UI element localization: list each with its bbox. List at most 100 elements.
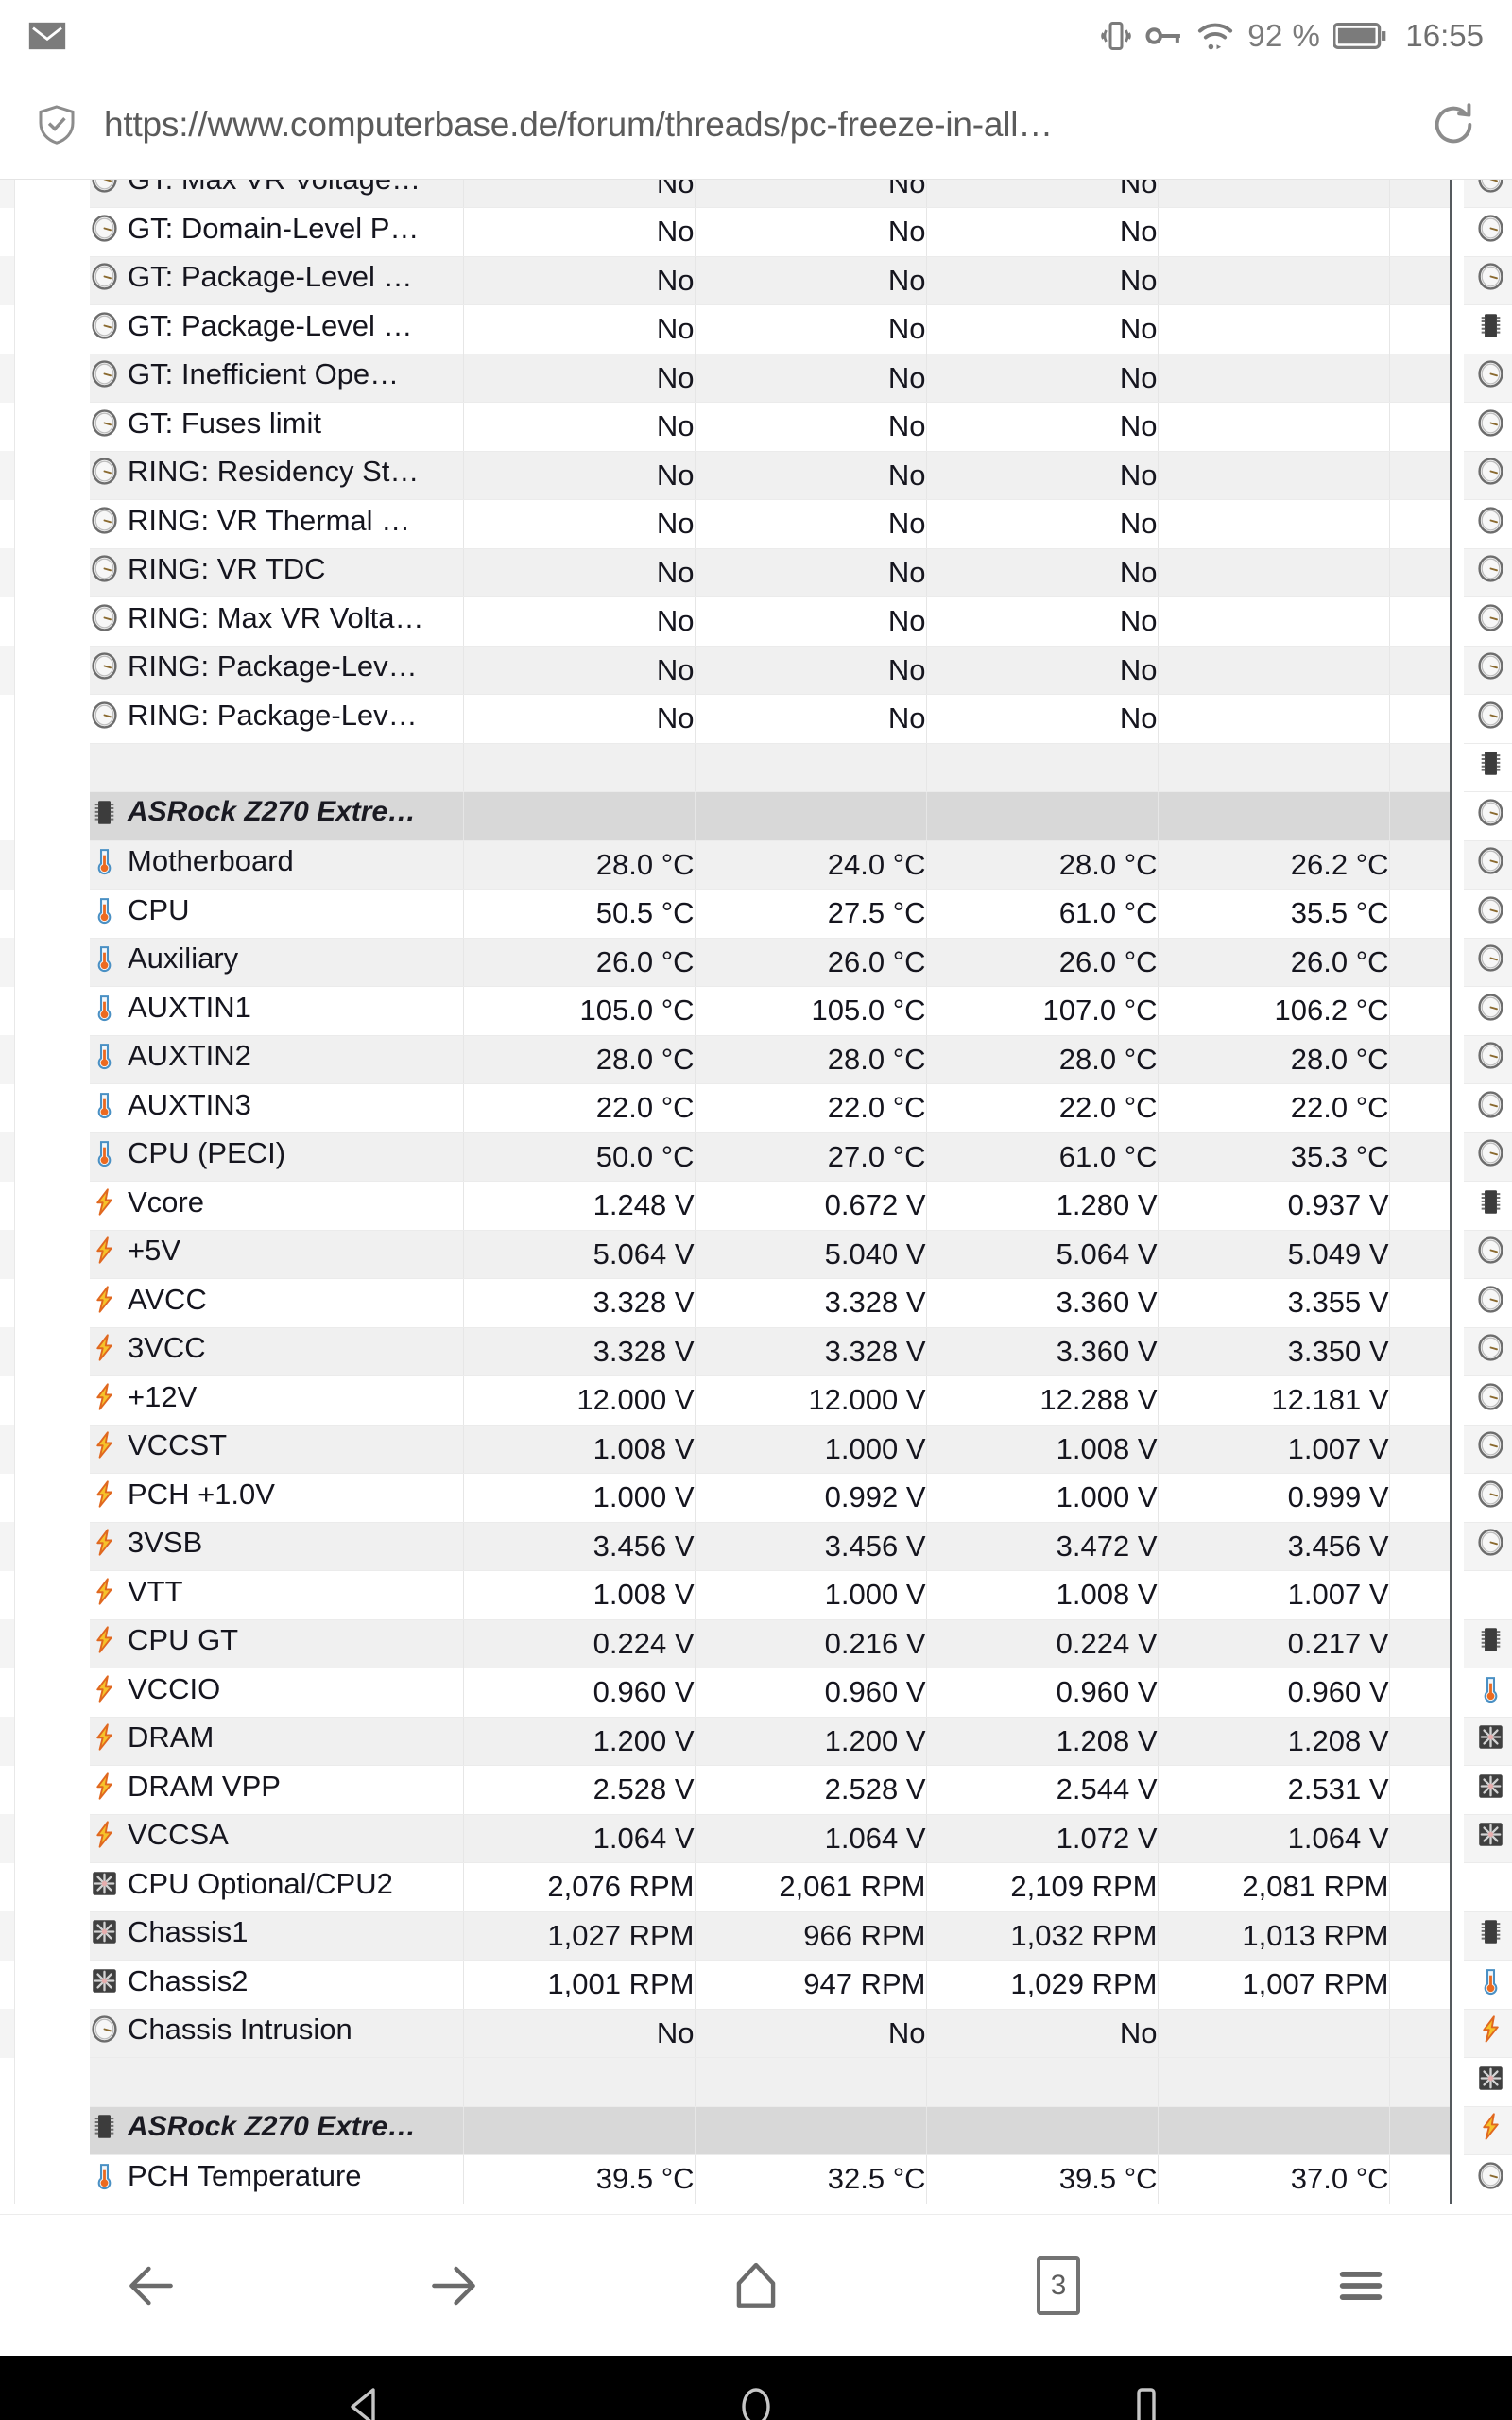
row-name-cell[interactable]: RING: Residency St… xyxy=(90,451,463,500)
row-name-cell[interactable]: RING: Package-Lev… xyxy=(90,695,463,744)
table-row[interactable]: RING: VR Thermal …NoNoNo xyxy=(0,500,1512,549)
row-name-cell[interactable]: AUXTIN3 xyxy=(90,1084,463,1133)
table-row[interactable]: Chassis21,001 RPM947 RPM1,029 RPM1,007 R… xyxy=(0,1961,1512,2010)
forward-button[interactable] xyxy=(387,2234,520,2338)
reload-icon[interactable] xyxy=(1429,100,1478,149)
tab-count-label[interactable]: 3 xyxy=(1037,2256,1080,2315)
row-name-cell[interactable]: DRAM VPP xyxy=(90,1766,463,1815)
table-row[interactable]: PCH Temperature39.5 °C32.5 °C39.5 °C37.0… xyxy=(0,2155,1512,2204)
row-name-cell[interactable]: GT: Inefficient Ope… xyxy=(90,354,463,403)
table-row[interactable]: +5V5.064 V5.040 V5.064 V5.049 V xyxy=(0,1230,1512,1279)
table-row[interactable]: GT: Package-Level …NoNoNo xyxy=(0,305,1512,354)
row-name-cell[interactable]: CPU xyxy=(90,890,463,939)
row-name-cell[interactable]: VTT xyxy=(90,1571,463,1620)
row-name-cell[interactable]: GT: Max VR Voltage… xyxy=(90,180,463,208)
table-row[interactable]: GT: Inefficient Ope…NoNoNo xyxy=(0,354,1512,403)
table-row[interactable]: AVCC3.328 V3.328 V3.360 V3.355 V xyxy=(0,1279,1512,1328)
table-row[interactable]: AUXTIN228.0 °C28.0 °C28.0 °C28.0 °C xyxy=(0,1035,1512,1084)
table-row[interactable]: Chassis11,027 RPM966 RPM1,032 RPM1,013 R… xyxy=(0,1911,1512,1961)
table-row[interactable]: +12V12.000 V12.000 V12.288 V12.181 V xyxy=(0,1376,1512,1426)
row-name-cell[interactable]: Vcore xyxy=(90,1182,463,1231)
row-name-cell[interactable]: Chassis1 xyxy=(90,1911,463,1961)
row-name-cell[interactable]: RING: Package-Lev… xyxy=(90,646,463,695)
row-name-cell[interactable]: VCCIO xyxy=(90,1668,463,1718)
row-name-cell[interactable]: Motherboard xyxy=(90,840,463,890)
menu-button[interactable] xyxy=(1295,2234,1427,2338)
row-name-cell[interactable]: GT: Package-Level … xyxy=(90,305,463,354)
row-name-cell[interactable]: RING: VR TDC xyxy=(90,548,463,597)
home-button[interactable] xyxy=(690,2234,822,2338)
row-name-cell[interactable]: 3VSB xyxy=(90,1522,463,1571)
table-section-header[interactable]: ASRock Z270 Extre… xyxy=(0,792,1512,841)
row-name-cell[interactable]: ASRock Z270 Extre… xyxy=(90,792,463,841)
table-row[interactable]: CPU Optional/CPU22,076 RPM2,061 RPM2,109… xyxy=(0,1863,1512,1912)
table-row[interactable]: RING: Package-Lev…NoNoNo xyxy=(0,646,1512,695)
row-name-cell[interactable]: AUXTIN1 xyxy=(90,987,463,1036)
row-name-cell[interactable]: +12V xyxy=(90,1376,463,1426)
table-row[interactable]: Vcore1.248 V0.672 V1.280 V0.937 V xyxy=(0,1182,1512,1231)
tab-switcher-button[interactable]: 3 xyxy=(992,2234,1125,2338)
table-row[interactable]: CPU (PECI)50.0 °C27.0 °C61.0 °C35.3 °C xyxy=(0,1132,1512,1182)
table-row[interactable]: 3VCC3.328 V3.328 V3.360 V3.350 V xyxy=(0,1327,1512,1376)
android-system-nav[interactable] xyxy=(0,2356,1512,2420)
row-name-cell[interactable]: +5V xyxy=(90,1230,463,1279)
table-row[interactable]: RING: VR TDCNoNoNo xyxy=(0,548,1512,597)
table-row[interactable]: RING: Package-Lev…NoNoNo xyxy=(0,695,1512,744)
table-row[interactable]: AUXTIN1105.0 °C105.0 °C107.0 °C106.2 °C xyxy=(0,987,1512,1036)
table-section-header[interactable]: ASRock Z270 Extre… xyxy=(0,2106,1512,2155)
gauge-icon xyxy=(1476,180,1505,194)
row-name-cell[interactable]: DRAM xyxy=(90,1717,463,1766)
table-row[interactable]: DRAM1.200 V1.200 V1.208 V1.208 V xyxy=(0,1717,1512,1766)
row-name-cell[interactable]: GT: Package-Level … xyxy=(90,256,463,305)
table-row[interactable]: GT: Max VR Voltage…NoNoNo xyxy=(0,180,1512,208)
table-row[interactable]: PCH +1.0V1.000 V0.992 V1.000 V0.999 V xyxy=(0,1474,1512,1523)
row-name-cell[interactable]: GT: Domain-Level P… xyxy=(90,208,463,257)
table-row[interactable]: GT: Package-Level …NoNoNo xyxy=(0,256,1512,305)
table-row[interactable]: Auxiliary26.0 °C26.0 °C26.0 °C26.0 °C xyxy=(0,938,1512,987)
row-name-cell[interactable]: AUXTIN2 xyxy=(90,1035,463,1084)
table-row[interactable]: VCCIO0.960 V0.960 V0.960 V0.960 V xyxy=(0,1668,1512,1718)
row-name-cell[interactable]: CPU GT xyxy=(90,1619,463,1668)
hwinfo-sensor-table[interactable]: GT: Max VR Voltage…NoNoNoGT: Domain-Leve… xyxy=(0,180,1512,2204)
web-page-content[interactable]: GT: Max VR Voltage…NoNoNoGT: Domain-Leve… xyxy=(0,180,1512,2214)
table-row[interactable]: AUXTIN322.0 °C22.0 °C22.0 °C22.0 °C xyxy=(0,1084,1512,1133)
row-name-cell[interactable]: GT: Fuses limit xyxy=(90,403,463,452)
row-right-icon-cell xyxy=(1464,743,1512,792)
table-row[interactable]: CPU50.5 °C27.5 °C61.0 °C35.5 °C xyxy=(0,890,1512,939)
table-row[interactable]: DRAM VPP2.528 V2.528 V2.544 V2.531 V xyxy=(0,1766,1512,1815)
table-row[interactable]: 3VSB3.456 V3.456 V3.472 V3.456 V xyxy=(0,1522,1512,1571)
table-row[interactable]: RING: Residency St…NoNoNo xyxy=(0,451,1512,500)
table-row[interactable]: Chassis IntrusionNoNoNo xyxy=(0,2009,1512,2058)
table-row[interactable]: CPU GT0.224 V0.216 V0.224 V0.217 V xyxy=(0,1619,1512,1668)
row-name-cell[interactable]: CPU Optional/CPU2 xyxy=(90,1863,463,1912)
table-row[interactable]: GT: Domain-Level P…NoNoNo xyxy=(0,208,1512,257)
table-row[interactable]: Motherboard28.0 °C24.0 °C28.0 °C26.2 °C xyxy=(0,840,1512,890)
row-name-cell[interactable]: ASRock Z270 Extre… xyxy=(90,2106,463,2155)
row-name-cell[interactable]: VCCST xyxy=(90,1425,463,1474)
row-name-cell[interactable]: Auxiliary xyxy=(90,938,463,987)
system-home-button[interactable] xyxy=(699,2356,813,2420)
hwinfo-table-wrapper[interactable]: GT: Max VR Voltage…NoNoNoGT: Domain-Leve… xyxy=(0,180,1512,2204)
table-row[interactable]: RING: Max VR Volta…NoNoNo xyxy=(0,597,1512,647)
row-name-cell[interactable]: 3VCC xyxy=(90,1327,463,1376)
browser-url-bar[interactable]: https://www.computerbase.de/forum/thread… xyxy=(0,71,1512,180)
browser-nav-bar[interactable]: 3 xyxy=(0,2214,1512,2356)
row-name-cell[interactable]: Chassis2 xyxy=(90,1961,463,2010)
row-value-cell: 1.008 V xyxy=(926,1425,1158,1474)
table-row[interactable]: VTT1.008 V1.000 V1.008 V1.007 V xyxy=(0,1571,1512,1620)
row-name-cell[interactable]: CPU (PECI) xyxy=(90,1132,463,1182)
table-row[interactable]: VCCSA1.064 V1.064 V1.072 V1.064 V xyxy=(0,1814,1512,1863)
row-name-cell[interactable]: RING: VR Thermal … xyxy=(90,500,463,549)
system-recents-button[interactable] xyxy=(1090,2356,1203,2420)
system-back-button[interactable] xyxy=(309,2356,422,2420)
row-name-cell[interactable]: Chassis Intrusion xyxy=(90,2009,463,2058)
row-name-cell[interactable]: VCCSA xyxy=(90,1814,463,1863)
row-name-cell[interactable]: PCH +1.0V xyxy=(90,1474,463,1523)
table-row[interactable]: GT: Fuses limitNoNoNo xyxy=(0,403,1512,452)
row-name-cell[interactable]: AVCC xyxy=(90,1279,463,1328)
back-button[interactable] xyxy=(85,2234,217,2338)
row-name-cell[interactable]: PCH Temperature xyxy=(90,2155,463,2204)
table-row[interactable]: VCCST1.008 V1.000 V1.008 V1.007 V xyxy=(0,1425,1512,1474)
url-text[interactable]: https://www.computerbase.de/forum/thread… xyxy=(104,105,1406,145)
row-name-cell[interactable]: RING: Max VR Volta… xyxy=(90,597,463,647)
